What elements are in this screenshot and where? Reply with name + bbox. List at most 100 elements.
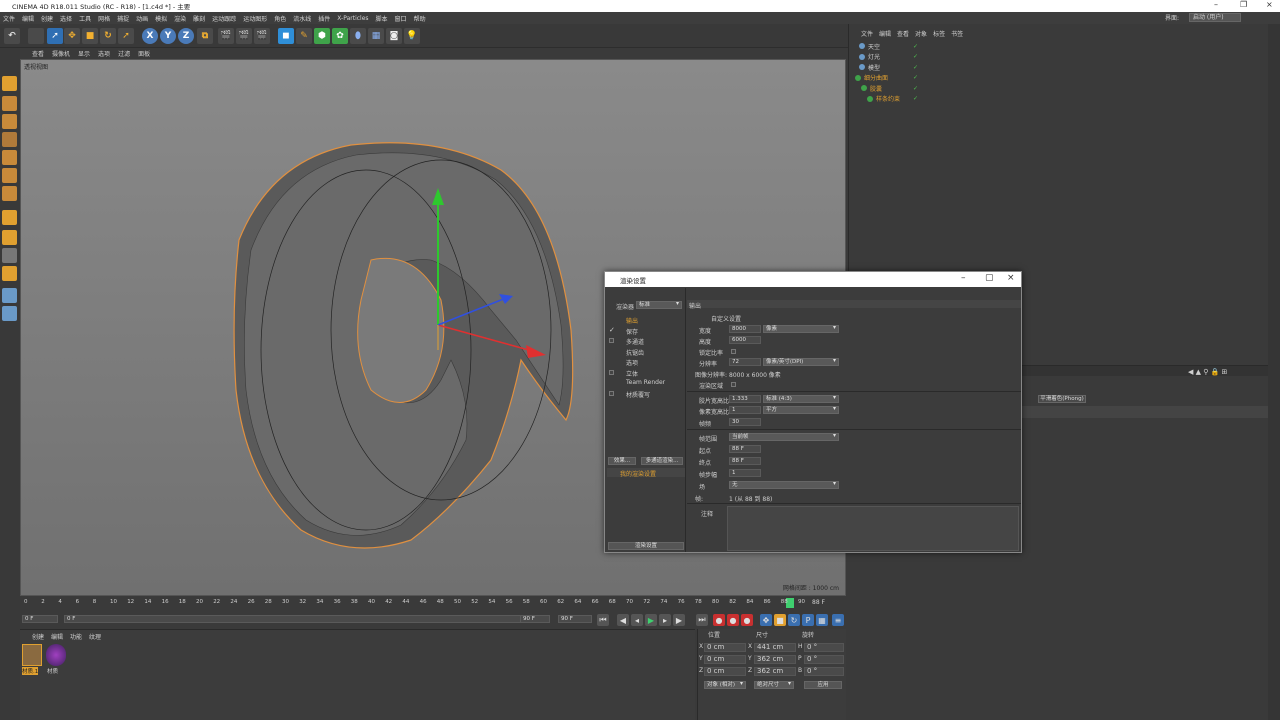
next-key-icon[interactable]: ▶ [673, 614, 685, 626]
timeline-ruler[interactable]: 88 F 0 2 4 6 8 10 12 14 16 18 20 22 24 26 28 30 32 34 36 38… [20, 597, 846, 609]
snap-icon[interactable] [2, 248, 17, 263]
viewport-menu-item-3[interactable]: 选项 [98, 49, 110, 58]
nav-enable-checkbox[interactable] [609, 338, 614, 343]
record-icon[interactable]: ● [713, 614, 725, 626]
width-field[interactable]: 8000 [729, 325, 761, 333]
frame-step-field[interactable]: 1 [729, 469, 761, 477]
attr-nav-icons[interactable]: ◀ ▲ ⚲ 🔒 ⊞ [1188, 368, 1227, 376]
key-scale-icon[interactable]: ■ [774, 614, 786, 626]
visibility-check-icon[interactable]: ✓ [913, 85, 918, 92]
notes-textarea[interactable] [727, 506, 1019, 551]
key-rotation-icon[interactable]: ↻ [788, 614, 800, 626]
timeline-icon[interactable]: ≡ [832, 614, 844, 626]
deformer-icon[interactable]: ⬮ [350, 28, 366, 44]
nav-item[interactable]: 抗锯齿 [626, 348, 644, 357]
nav-enable-checkbox[interactable] [609, 390, 614, 396]
size-field[interactable]: 362 cm [754, 655, 796, 664]
model-mode-icon[interactable] [2, 96, 17, 111]
select-tool-icon[interactable]: ➚ [47, 28, 63, 44]
object-menu-item-5[interactable]: 书签 [951, 29, 963, 38]
cube-object-icon[interactable]: ◼ [278, 28, 294, 44]
apply-button[interactable]: 应用 [804, 681, 842, 689]
rotation-field[interactable]: 0 ° [804, 643, 844, 652]
axis-mode-icon[interactable] [2, 210, 17, 225]
visibility-check-icon[interactable]: ✓ [913, 95, 918, 102]
menu-item-10[interactable]: 雕刻 [193, 14, 205, 23]
light-icon[interactable]: 💡 [404, 28, 420, 44]
prev-key-icon[interactable]: ◀ [617, 614, 629, 626]
next-frame-icon[interactable]: ▸ [659, 614, 671, 626]
polygons-mode-icon[interactable] [2, 186, 17, 201]
visibility-check-icon[interactable]: ✓ [913, 64, 918, 71]
viewport-menu-item-5[interactable]: 面板 [138, 49, 150, 58]
nav-item[interactable]: 多通道 [626, 337, 644, 346]
menu-item-12[interactable]: 运动图形 [243, 14, 267, 23]
close-icon[interactable]: × [1266, 0, 1273, 9]
material-menu-item-3[interactable]: 纹理 [89, 632, 101, 641]
menu-item-17[interactable]: 脚本 [376, 14, 388, 23]
key-pla-icon[interactable]: ▦ [816, 614, 828, 626]
object-name[interactable]: 天空 [868, 42, 880, 51]
menu-item-5[interactable]: 网格 [98, 14, 110, 23]
custom-settings-label[interactable]: 自定义设置 [711, 314, 741, 323]
camera-icon[interactable]: ◙ [386, 28, 402, 44]
object-row[interactable]: 胶囊 ✓ [851, 83, 1267, 93]
play-icon[interactable]: ▶ [645, 614, 657, 626]
render-settings-icon[interactable]: 🎬 [254, 28, 270, 44]
frame-rate-field[interactable]: 30 [729, 418, 761, 426]
menu-item-4[interactable]: 工具 [79, 14, 91, 23]
viewport-menu-item-0[interactable]: 查看 [32, 49, 44, 58]
unit-dropdown[interactable]: 像素 [763, 325, 839, 333]
autokey-icon[interactable]: ● [727, 614, 739, 626]
menu-item-11[interactable]: 运动跟踪 [212, 14, 236, 23]
dialog-close-icon[interactable]: × [1007, 273, 1015, 283]
redo-icon[interactable] [28, 28, 44, 44]
move-tool-icon[interactable]: ✥ [64, 28, 80, 44]
lock-ratio-checkbox[interactable] [731, 349, 736, 354]
preview-end-field[interactable]: 90 F [520, 615, 550, 623]
menu-item-6[interactable]: 捕捉 [117, 14, 129, 23]
menu-item-0[interactable]: 文件 [3, 14, 15, 23]
position-field[interactable]: 0 cm [704, 667, 746, 676]
coordinate-system-icon[interactable]: ⧉ [197, 28, 213, 44]
spline-pen-icon[interactable]: ✎ [296, 28, 312, 44]
menu-item-8[interactable]: 模拟 [155, 14, 167, 23]
multipass-render-button[interactable]: 多通道渲染... [641, 457, 683, 465]
film-aspect-field[interactable]: 1.333 [729, 395, 761, 403]
render-picture-viewer-icon[interactable]: 🎬 [236, 28, 252, 44]
points-mode-icon[interactable] [2, 150, 17, 165]
menu-item-1[interactable]: 编辑 [22, 14, 34, 23]
material-thumb-1[interactable] [22, 644, 42, 666]
object-menu-item-2[interactable]: 查看 [897, 29, 909, 38]
viewport-menu-item-2[interactable]: 显示 [78, 49, 90, 58]
render-region-label[interactable]: 渲染区域 [699, 381, 723, 390]
size-mode-dropdown[interactable]: 绝对尺寸 [754, 681, 794, 689]
keyframe-selection-icon[interactable]: ● [741, 614, 753, 626]
render-settings-button[interactable]: 渲染设置 [608, 542, 684, 550]
material-menu-item-1[interactable]: 编辑 [51, 632, 63, 641]
dialog-minimize-icon[interactable]: – [961, 273, 966, 283]
key-position-icon[interactable]: ✥ [760, 614, 772, 626]
material-menu-item-0[interactable]: 创建 [32, 632, 44, 641]
viewport-menu-item-4[interactable]: 过滤 [118, 49, 130, 58]
y-axis-lock-button[interactable]: Y [160, 28, 176, 44]
menu-item-16[interactable]: X-Particles [337, 15, 368, 22]
object-name[interactable]: 样条约束 [876, 94, 900, 103]
menu-item-9[interactable]: 渲染 [174, 14, 186, 23]
object-name[interactable]: 模型 [868, 63, 880, 72]
z-axis-lock-button[interactable]: Z [178, 28, 194, 44]
layer-icon[interactable] [2, 306, 17, 321]
object-row[interactable]: 灯光 ✓ [851, 52, 1267, 62]
workplane-lock-icon[interactable] [2, 266, 17, 281]
object-row[interactable]: 细分曲面 ✓ [851, 73, 1267, 83]
field-dropdown[interactable]: 无 [729, 481, 839, 489]
object-name[interactable]: 灯光 [868, 52, 880, 61]
tweak-mode-icon[interactable] [2, 230, 17, 245]
resolution-unit-dropdown[interactable]: 像素/英寸(DPI) [763, 358, 839, 366]
material-menu-item-2[interactable]: 功能 [70, 632, 82, 641]
object-menu-item-0[interactable]: 文件 [861, 29, 873, 38]
size-field[interactable]: 362 cm [754, 667, 796, 676]
nav-item[interactable]: 立体 [626, 369, 638, 378]
make-editable-icon[interactable] [2, 76, 17, 91]
object-row[interactable]: 模型 ✓ [851, 62, 1267, 72]
